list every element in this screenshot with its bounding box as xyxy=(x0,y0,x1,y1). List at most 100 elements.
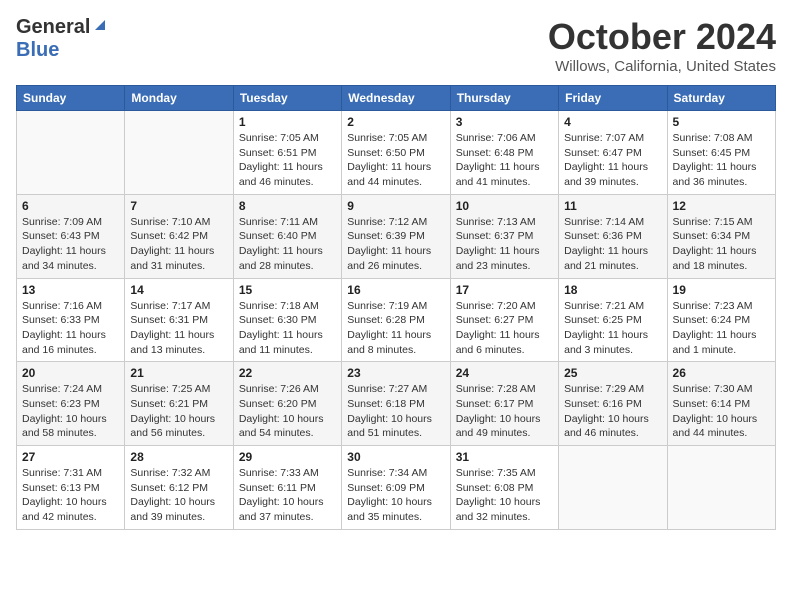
day-number: 13 xyxy=(22,283,119,297)
logo-general-text: General xyxy=(16,16,90,39)
col-monday: Monday xyxy=(125,86,233,111)
day-info: Sunrise: 7:30 AMSunset: 6:14 PMDaylight:… xyxy=(673,382,770,441)
day-number: 31 xyxy=(456,450,553,464)
day-number: 16 xyxy=(347,283,444,297)
col-friday: Friday xyxy=(559,86,667,111)
day-info: Sunrise: 7:19 AMSunset: 6:28 PMDaylight:… xyxy=(347,299,444,358)
day-number: 5 xyxy=(673,115,770,129)
day-info: Sunrise: 7:18 AMSunset: 6:30 PMDaylight:… xyxy=(239,299,336,358)
day-info: Sunrise: 7:08 AMSunset: 6:45 PMDaylight:… xyxy=(673,131,770,190)
table-row: 12Sunrise: 7:15 AMSunset: 6:34 PMDayligh… xyxy=(667,194,775,278)
day-info: Sunrise: 7:27 AMSunset: 6:18 PMDaylight:… xyxy=(347,382,444,441)
day-number: 21 xyxy=(130,366,227,380)
day-number: 27 xyxy=(22,450,119,464)
title-area: October 2024 Willows, California, United… xyxy=(548,16,776,75)
day-number: 14 xyxy=(130,283,227,297)
day-number: 24 xyxy=(456,366,553,380)
day-info: Sunrise: 7:28 AMSunset: 6:17 PMDaylight:… xyxy=(456,382,553,441)
day-number: 11 xyxy=(564,199,661,213)
table-row: 6Sunrise: 7:09 AMSunset: 6:43 PMDaylight… xyxy=(17,194,125,278)
day-number: 29 xyxy=(239,450,336,464)
table-row: 5 Sunrise: 7:08 AMSunset: 6:45 PMDaylight… xyxy=(667,111,775,195)
day-info: Sunrise: 7:09 AMSunset: 6:43 PMDaylight:… xyxy=(22,215,119,274)
table-row xyxy=(125,111,233,195)
day-info: Sunrise: 7:16 AMSunset: 6:33 PMDaylight:… xyxy=(22,299,119,358)
day-info: Sunrise: 7:10 AMSunset: 6:42 PMDaylight:… xyxy=(130,215,227,274)
month-title: October 2024 xyxy=(548,16,776,58)
table-row: 3 Sunrise: 7:06 AMSunset: 6:48 PMDaylight… xyxy=(450,111,558,195)
day-number: 17 xyxy=(456,283,553,297)
day-number: 26 xyxy=(673,366,770,380)
day-info: Sunrise: 7:21 AMSunset: 6:25 PMDaylight:… xyxy=(564,299,661,358)
table-row: 10Sunrise: 7:13 AMSunset: 6:37 PMDayligh… xyxy=(450,194,558,278)
day-info: Sunrise: 7:23 AMSunset: 6:24 PMDaylight:… xyxy=(673,299,770,358)
day-number: 20 xyxy=(22,366,119,380)
col-saturday: Saturday xyxy=(667,86,775,111)
day-number: 1 xyxy=(239,115,336,129)
logo-blue-text: Blue xyxy=(16,39,59,61)
day-number: 18 xyxy=(564,283,661,297)
table-row xyxy=(667,446,775,530)
calendar-week-row: 13 Sunrise: 7:16 AMSunset: 6:33 PMDayligh… xyxy=(17,278,776,362)
day-info: Sunrise: 7:06 AMSunset: 6:48 PMDaylight:… xyxy=(456,131,553,190)
day-info: Sunrise: 7:14 AMSunset: 6:36 PMDaylight:… xyxy=(564,215,661,274)
day-number: 22 xyxy=(239,366,336,380)
calendar-table: Sunday Monday Tuesday Wednesday Thursday… xyxy=(16,85,776,530)
day-info: Sunrise: 7:24 AMSunset: 6:23 PMDaylight:… xyxy=(22,382,119,441)
table-row: 16 Sunrise: 7:19 AMSunset: 6:28 PMDayligh… xyxy=(342,278,450,362)
table-row: 23 Sunrise: 7:27 AMSunset: 6:18 PMDayligh… xyxy=(342,362,450,446)
table-row: 7Sunrise: 7:10 AMSunset: 6:42 PMDaylight… xyxy=(125,194,233,278)
table-row xyxy=(559,446,667,530)
logo-line1: General xyxy=(16,16,107,39)
day-number: 9 xyxy=(347,199,444,213)
calendar-week-row: 20 Sunrise: 7:24 AMSunset: 6:23 PMDayligh… xyxy=(17,362,776,446)
day-info: Sunrise: 7:07 AMSunset: 6:47 PMDaylight:… xyxy=(564,131,661,190)
table-row: 26 Sunrise: 7:30 AMSunset: 6:14 PMDayligh… xyxy=(667,362,775,446)
table-row: 20 Sunrise: 7:24 AMSunset: 6:23 PMDayligh… xyxy=(17,362,125,446)
day-number: 2 xyxy=(347,115,444,129)
table-row: 21 Sunrise: 7:25 AMSunset: 6:21 PMDayligh… xyxy=(125,362,233,446)
table-row: 30Sunrise: 7:34 AMSunset: 6:09 PMDayligh… xyxy=(342,446,450,530)
day-number: 3 xyxy=(456,115,553,129)
day-info: Sunrise: 7:05 AMSunset: 6:51 PMDaylight:… xyxy=(239,131,336,190)
day-number: 30 xyxy=(347,450,444,464)
calendar-week-row: 27 Sunrise: 7:31 AMSunset: 6:13 PMDayligh… xyxy=(17,446,776,530)
day-info: Sunrise: 7:15 AMSunset: 6:34 PMDaylight:… xyxy=(673,215,770,274)
day-info: Sunrise: 7:12 AMSunset: 6:39 PMDaylight:… xyxy=(347,215,444,274)
day-info: Sunrise: 7:17 AMSunset: 6:31 PMDaylight:… xyxy=(130,299,227,358)
day-info: Sunrise: 7:05 AMSunset: 6:50 PMDaylight:… xyxy=(347,131,444,190)
col-tuesday: Tuesday xyxy=(233,86,341,111)
day-number: 19 xyxy=(673,283,770,297)
day-info: Sunrise: 7:32 AMSunset: 6:12 PMDaylight:… xyxy=(130,466,227,525)
table-row: 1 Sunrise: 7:05 AMSunset: 6:51 PMDaylight… xyxy=(233,111,341,195)
table-row: 8 Sunrise: 7:11 AMSunset: 6:40 PMDaylight… xyxy=(233,194,341,278)
day-info: Sunrise: 7:11 AMSunset: 6:40 PMDaylight:… xyxy=(239,215,336,274)
day-info: Sunrise: 7:25 AMSunset: 6:21 PMDaylight:… xyxy=(130,382,227,441)
table-row: 17 Sunrise: 7:20 AMSunset: 6:27 PMDayligh… xyxy=(450,278,558,362)
logo-arrow-icon xyxy=(93,18,107,37)
day-number: 10 xyxy=(456,199,553,213)
day-number: 28 xyxy=(130,450,227,464)
day-info: Sunrise: 7:35 AMSunset: 6:08 PMDaylight:… xyxy=(456,466,553,525)
day-number: 8 xyxy=(239,199,336,213)
table-row: 19 Sunrise: 7:23 AMSunset: 6:24 PMDayligh… xyxy=(667,278,775,362)
day-info: Sunrise: 7:31 AMSunset: 6:13 PMDaylight:… xyxy=(22,466,119,525)
page-container: General Blue October 2024 Willows, Calif… xyxy=(16,16,776,530)
table-row: 29 Sunrise: 7:33 AMSunset: 6:11 PMDayligh… xyxy=(233,446,341,530)
day-number: 15 xyxy=(239,283,336,297)
day-info: Sunrise: 7:29 AMSunset: 6:16 PMDaylight:… xyxy=(564,382,661,441)
table-row: 9 Sunrise: 7:12 AMSunset: 6:39 PMDaylight… xyxy=(342,194,450,278)
header-row: Sunday Monday Tuesday Wednesday Thursday… xyxy=(17,86,776,111)
table-row: 11 Sunrise: 7:14 AMSunset: 6:36 PMDayligh… xyxy=(559,194,667,278)
day-number: 4 xyxy=(564,115,661,129)
day-info: Sunrise: 7:20 AMSunset: 6:27 PMDaylight:… xyxy=(456,299,553,358)
day-info: Sunrise: 7:33 AMSunset: 6:11 PMDaylight:… xyxy=(239,466,336,525)
table-row: 25Sunrise: 7:29 AMSunset: 6:16 PMDayligh… xyxy=(559,362,667,446)
table-row xyxy=(17,111,125,195)
table-row: 14 Sunrise: 7:17 AMSunset: 6:31 PMDayligh… xyxy=(125,278,233,362)
table-row: 24 Sunrise: 7:28 AMSunset: 6:17 PMDayligh… xyxy=(450,362,558,446)
table-row: 2 Sunrise: 7:05 AMSunset: 6:50 PMDaylight… xyxy=(342,111,450,195)
day-info: Sunrise: 7:26 AMSunset: 6:20 PMDaylight:… xyxy=(239,382,336,441)
col-sunday: Sunday xyxy=(17,86,125,111)
day-number: 23 xyxy=(347,366,444,380)
